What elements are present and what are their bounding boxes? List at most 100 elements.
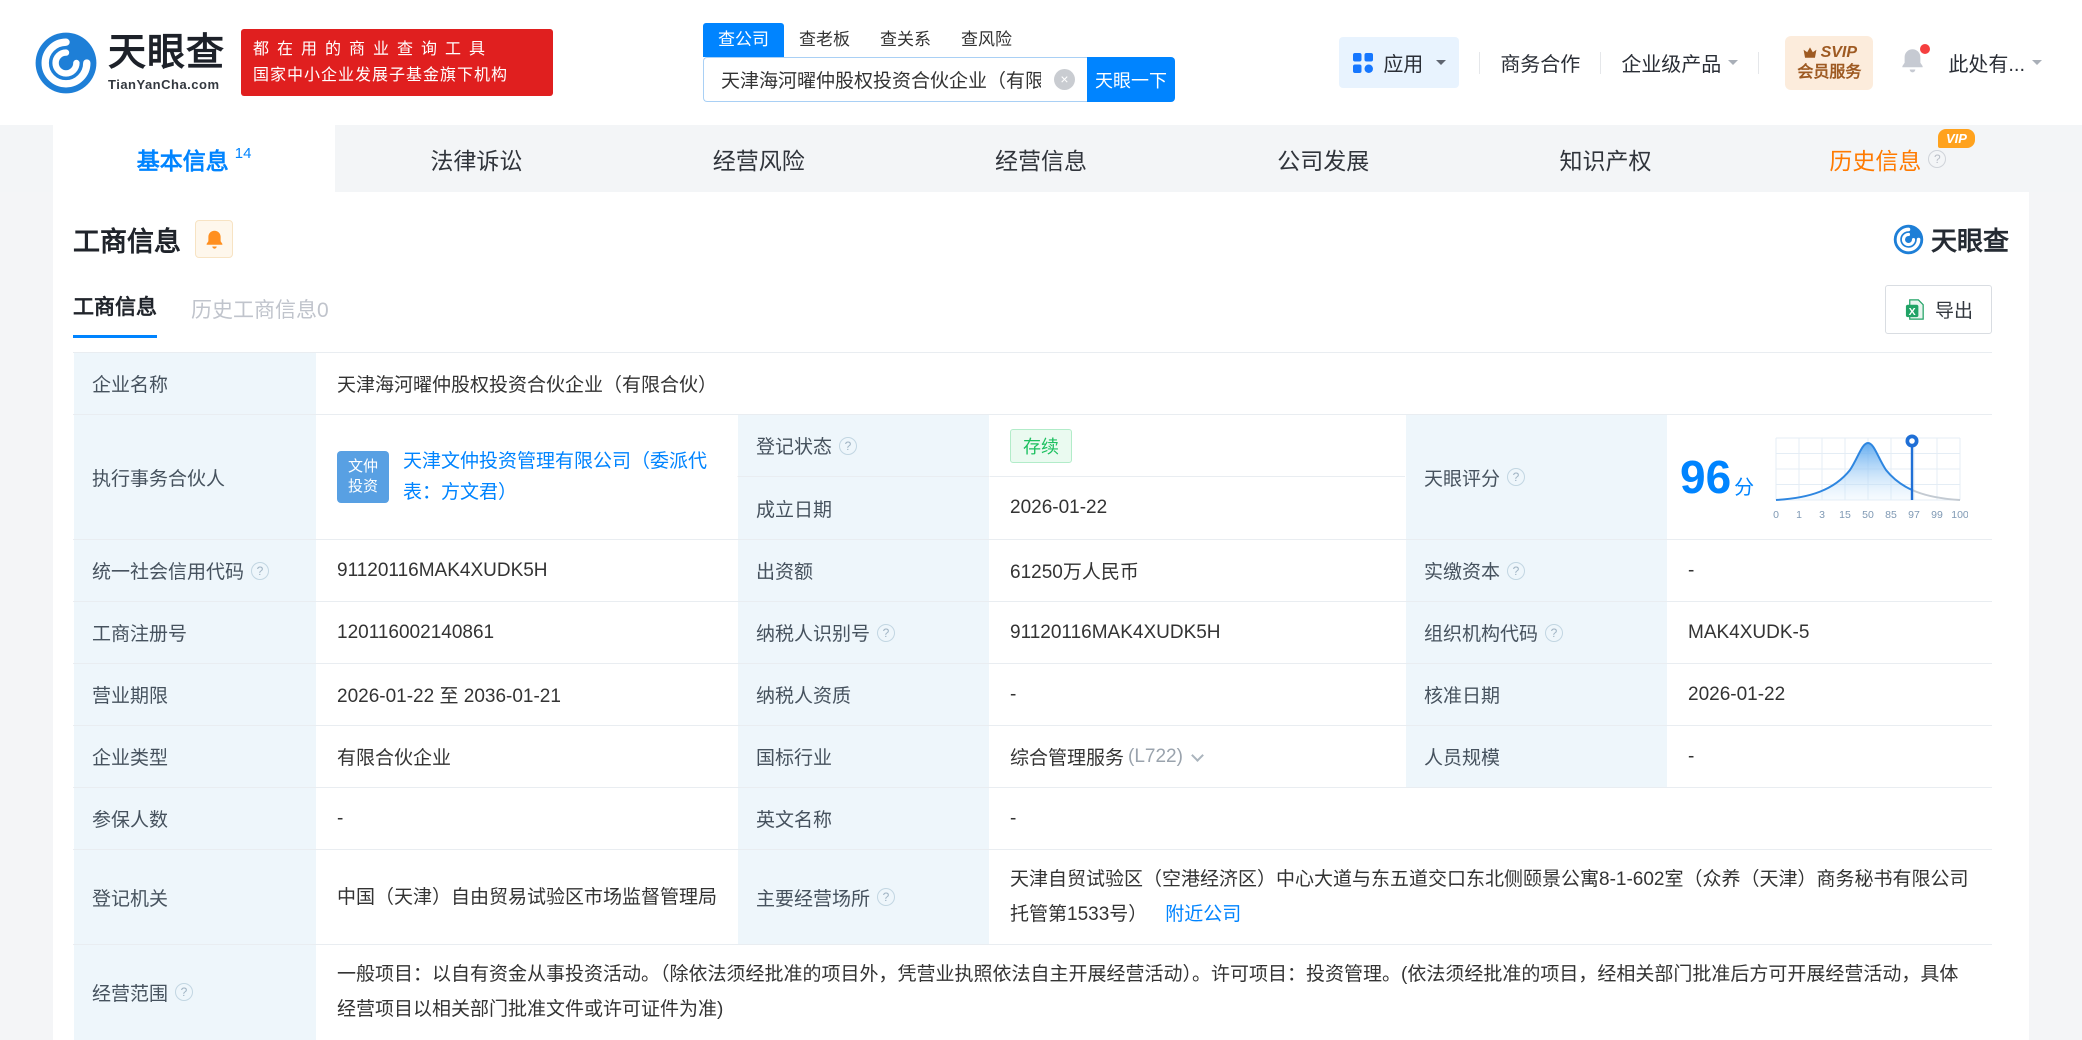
credit-code-value: 91120116MAK4XUDK5H [317,540,737,601]
apps-menu[interactable]: 应用 [1339,37,1459,88]
tab-history-info[interactable]: VIP 历史信息 ? [1747,125,2029,192]
paid-capital-value: - [1668,540,1992,601]
vip-badge: VIP [1938,129,1975,148]
search-tab-company[interactable]: 查公司 [703,23,784,57]
chevron-down-icon [2032,60,2042,70]
chevron-down-icon[interactable] [1191,749,1204,762]
subtab-business-info[interactable]: 工商信息 [73,291,157,338]
search-tabs: 查公司 查老板 查关系 查风险 [703,23,1175,57]
svg-text:15: 15 [1839,509,1851,521]
subtab-history-business-info[interactable]: 历史工商信息0 [191,294,329,338]
tab-legal-litigation[interactable]: 法律诉讼 [335,125,617,192]
table-row: 经营范围? 一般项目：以自有资金从事投资活动。（除依法须经批准的项目外，凭营业执… [73,945,1992,1040]
industry-value: 综合管理服务 (L722) [990,726,1405,787]
help-icon[interactable]: ? [877,624,895,642]
unread-dot [1920,44,1930,54]
field-label: 纳税人资质 [737,664,990,725]
cooperation-menu[interactable]: 商务合作 [1500,48,1580,77]
table-row: 执行事务合伙人 文仲 投资 天津文仲投资管理有限公司（委派代表：方文君） 登记状… [73,415,1992,540]
company-type-value: 有限合伙企业 [317,726,737,787]
svg-text:0: 0 [1773,509,1779,521]
field-label: 工商注册号 [73,602,317,663]
help-icon[interactable]: ? [877,888,895,906]
field-label: 参保人数 [73,788,317,849]
field-label: 企业名称 [73,353,317,414]
score-number: 96 [1680,454,1731,500]
tab-basic-info[interactable]: 基本信息 14 [53,125,335,192]
field-label: 主要经营场所? [737,850,990,944]
help-icon[interactable]: ? [175,983,193,1001]
promo-badge: 都在用的商业查询工具 国家中小企业发展子基金旗下机构 [241,29,553,96]
nearby-companies-link[interactable]: 附近公司 [1165,904,1241,925]
field-label: 登记机关 [73,850,317,944]
section-title: 工商信息 [73,220,181,259]
notification-bell[interactable] [1899,47,1926,79]
business-info-table: 企业名称 天津海河曜仲股权投资合伙企业（有限合伙） 执行事务合伙人 文仲 投资 … [73,352,1992,1040]
header-menu: 应用 商务合作 企业级产品 SVIP 会员服务 [1339,36,2042,90]
tab-operation-risk[interactable]: 经营风险 [618,125,900,192]
help-icon[interactable]: ? [1928,150,1946,168]
clear-icon[interactable]: × [1054,69,1075,90]
help-icon[interactable]: ? [251,562,269,580]
org-code-value: MAK4XUDK-5 [1668,602,1992,663]
field-label: 企业类型 [73,726,317,787]
crown-icon [1802,46,1818,60]
search-tab-boss[interactable]: 查老板 [784,23,865,57]
account-menu[interactable]: 此处有... [1948,48,2042,77]
table-row: 工商注册号 120116002140861 纳税人识别号? 91120116MA… [73,602,1992,664]
tianyancha-logo[interactable]: 天眼查 TianYanCha.com [34,31,225,95]
help-icon[interactable]: ? [1507,562,1525,580]
svg-text:85: 85 [1885,509,1897,521]
field-label: 执行事务合伙人 [73,415,317,539]
svip-member-button[interactable]: SVIP 会员服务 [1785,36,1873,90]
tianyancha-watermark: 天眼查 [1893,221,2009,258]
field-label: 国标行业 [737,726,990,787]
help-icon[interactable]: ? [1545,624,1563,642]
svg-text:1: 1 [1796,509,1802,521]
subscribe-bell-button[interactable] [195,220,233,258]
help-icon[interactable]: ? [1507,468,1525,486]
search-input[interactable] [703,57,1087,102]
partner-company-link[interactable]: 天津文仲投资管理有限公司（委派代表：方文君） [403,446,717,509]
table-row: 参保人数 - 英文名称 - [73,788,1992,850]
chevron-down-icon [1436,60,1446,70]
field-label: 组织机构代码? [1405,602,1668,663]
field-label: 登记状态? [737,415,990,477]
business-scope-value: 一般项目：以自有资金从事投资活动。（除依法须经批准的项目外，凭营业执照依法自主开… [317,945,1992,1039]
table-row: 企业名称 天津海河曜仲股权投资合伙企业（有限合伙） [73,353,1992,415]
svg-text:99: 99 [1931,509,1943,521]
company-nav-tabs: 基本信息 14 法律诉讼 经营风险 经营信息 公司发展 知识产权 VIP 历史信… [0,125,2082,192]
excel-icon: X [1904,298,1927,321]
tab-intellectual-property[interactable]: 知识产权 [1464,125,1746,192]
staff-size-value: - [1668,726,1992,787]
brand-name: 天眼查 [108,34,225,72]
promo-line1: 都在用的商业查询工具 [253,37,541,63]
insured-count-value: - [317,788,737,849]
search-tab-relation[interactable]: 查关系 [865,23,946,57]
capital-value: 61250万人民币 [990,540,1405,601]
reg-number-value: 120116002140861 [317,602,737,663]
field-label: 人员规模 [1405,726,1668,787]
search-tab-risk[interactable]: 查风险 [946,23,1027,57]
field-label: 统一社会信用代码? [73,540,317,601]
svg-text:3: 3 [1819,509,1825,521]
apps-label: 应用 [1383,48,1423,77]
field-label: 核准日期 [1405,664,1668,725]
taxpayer-quality-value: - [990,664,1405,725]
status-badge: 存续 [1010,429,1072,463]
grid-icon [1352,52,1374,74]
tab-company-development[interactable]: 公司发展 [1182,125,1464,192]
tab-operation-info[interactable]: 经营信息 [900,125,1182,192]
search-button[interactable]: 天眼一下 [1087,57,1175,102]
field-label: 英文名称 [737,788,990,849]
field-label: 纳税人识别号? [737,602,990,663]
svg-text:X: X [1909,306,1916,318]
taxpayer-id-value: 91120116MAK4XUDK5H [990,602,1405,663]
partner-avatar[interactable]: 文仲 投资 [337,451,389,503]
export-button[interactable]: X 导出 [1885,285,1992,334]
business-info-card: 工商信息 天眼查 工商信息 历史工商信息0 X 导出 [53,192,2029,1040]
promo-line2: 国家中小企业发展子基金旗下机构 [253,63,541,89]
help-icon[interactable]: ? [839,437,857,455]
field-label: 营业期限 [73,664,317,725]
enterprise-menu[interactable]: 企业级产品 [1621,48,1738,77]
